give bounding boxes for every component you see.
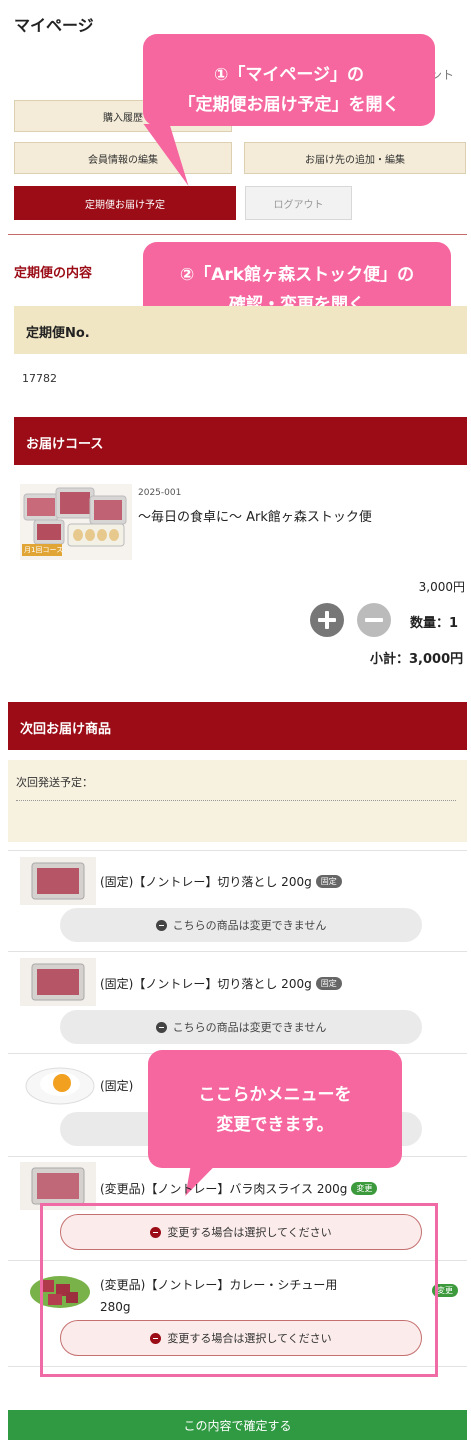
callout-step3: ここらかメニューを 変更できます。: [148, 1050, 402, 1168]
list-item-name: (変更品)【ノントレー】バラ肉スライス 200g 変更: [100, 1180, 378, 1197]
next-ship-label: 次回発送予定：: [16, 776, 93, 789]
callout-step1-line2: 「定期便お届け予定」を開く: [178, 95, 400, 115]
next-delivery-header: 次回お届け商品: [8, 702, 467, 750]
list-item-name: (固定)【ノントレー】切り落とし 200g 固定: [100, 975, 342, 992]
list-item-name: (固定): [100, 1079, 134, 1093]
divider: [8, 951, 467, 952]
item-image: [20, 1062, 96, 1110]
divider: [16, 800, 456, 801]
fixed-badge: 固定: [315, 977, 342, 990]
callout-step1: ①「マイページ」の 「定期便お届け予定」を開く: [143, 34, 435, 126]
next-delivery-title: 次回お届け商品: [20, 722, 112, 737]
list-item-name: (固定)【ノントレー】切り落とし 200g 固定: [100, 873, 342, 890]
member-info-edit-button[interactable]: 会員情報の編集: [14, 142, 232, 174]
subscription-schedule-button[interactable]: 定期便お届け予定: [14, 186, 236, 220]
course-product-image[interactable]: 月1回コース: [20, 484, 132, 560]
item-locked-button[interactable]: こちらの商品は変更できません: [60, 908, 422, 942]
subtotal: 小計：3,000円: [370, 652, 464, 667]
minus-circle-icon: [155, 1021, 167, 1033]
item-image: [20, 857, 96, 905]
logout-button[interactable]: ログアウト: [245, 186, 352, 220]
minus-icon: [365, 618, 383, 622]
highlight-frame: [40, 1203, 438, 1377]
callout-step3-line1: ここらかメニューを: [198, 1085, 352, 1105]
section-divider: [8, 234, 467, 235]
course-code: 2025-001: [138, 488, 182, 498]
course-price: 3,000円: [418, 580, 465, 594]
course-name[interactable]: 〜毎日の食卓に〜 Ark館ヶ森ストック便: [138, 506, 372, 525]
minus-circle-icon: [155, 919, 167, 931]
course-thumb-badge: 月1回コース: [24, 546, 64, 554]
changeable-badge: 変更: [351, 1182, 378, 1195]
subscription-number-header: 定期便No.: [14, 306, 467, 354]
quantity-minus-button[interactable]: [357, 603, 391, 637]
subscription-number-label: 定期便No.: [26, 326, 90, 341]
confirm-button[interactable]: この内容で確定する: [8, 1410, 467, 1440]
divider: [8, 850, 467, 851]
callout-step1-line1: ①「マイページ」の: [213, 65, 365, 85]
page-title: マイページ: [14, 16, 94, 35]
course-section-header: お届けコース: [14, 417, 467, 465]
delivery-address-button[interactable]: お届け先の追加・編集: [244, 142, 466, 174]
subscription-number-value: 17782: [22, 372, 57, 385]
quantity-value: 数量：1: [410, 616, 459, 631]
next-ship-box: 次回発送予定：: [8, 760, 467, 842]
item-locked-button[interactable]: こちらの商品は変更できません: [60, 1010, 422, 1044]
fixed-badge: 固定: [315, 875, 342, 888]
quantity-plus-button[interactable]: [310, 603, 344, 637]
item-image: [20, 958, 96, 1006]
subscription-section-title: 定期便の内容: [14, 266, 93, 281]
course-section-title: お届けコース: [26, 437, 104, 452]
callout-step2-line1: ②「Ark館ヶ森ストック便」の: [179, 265, 415, 285]
callout-step3-line2: 変更できます。: [216, 1115, 334, 1135]
